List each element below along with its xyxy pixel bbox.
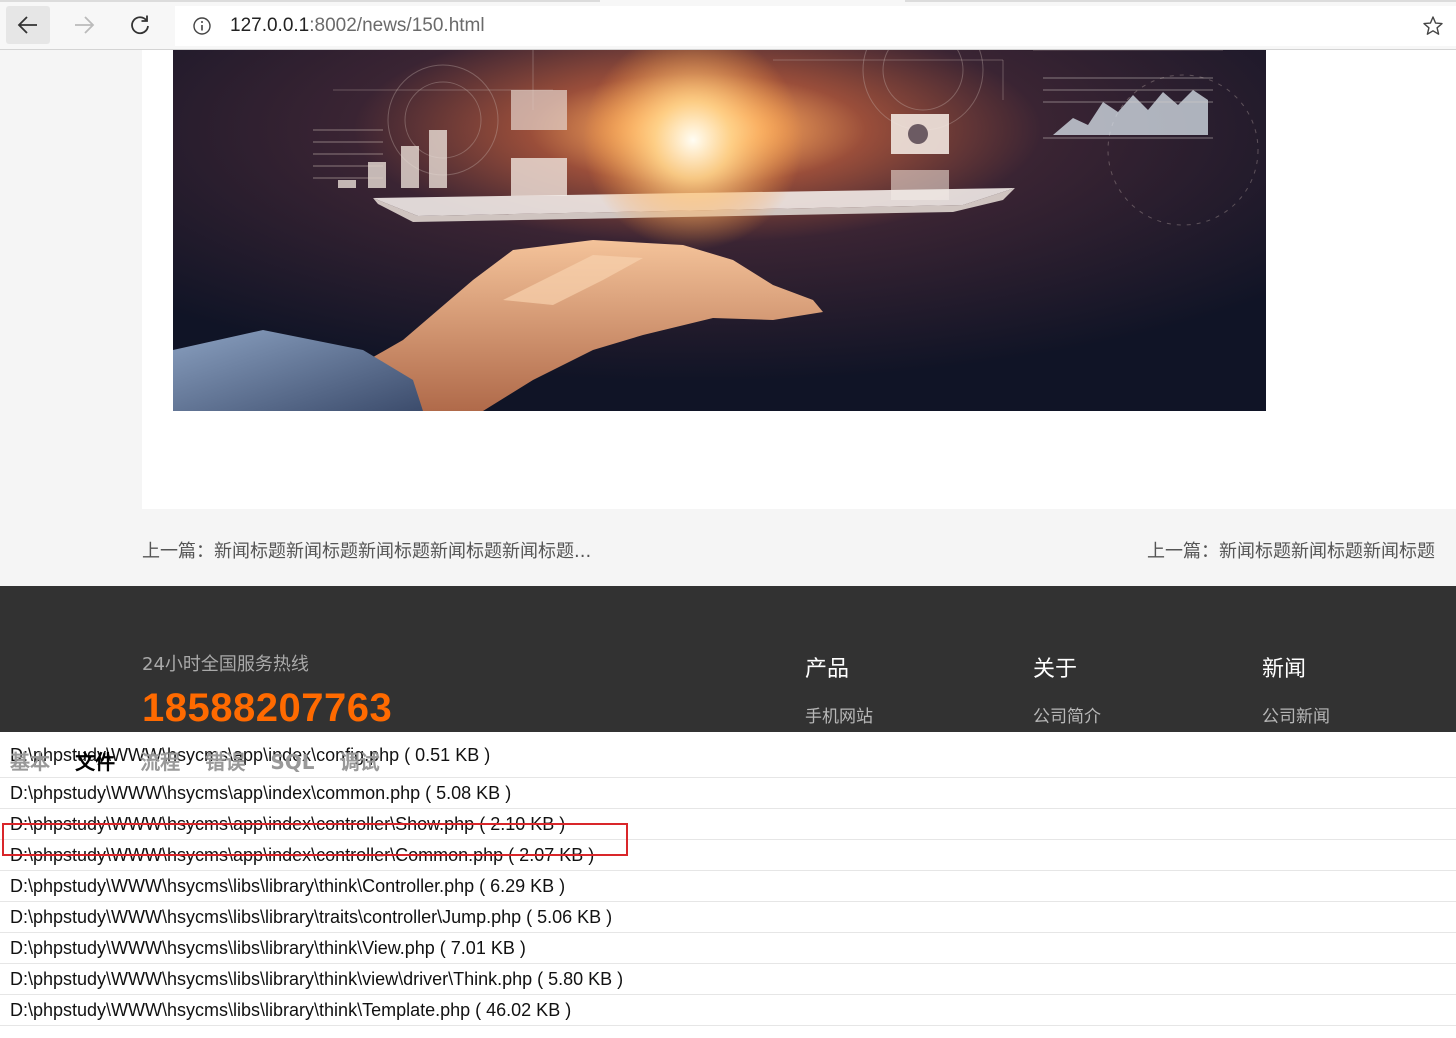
url-text[interactable]: 127.0.0.1:8002/news/150.html	[230, 15, 485, 37]
back-arrow-icon	[17, 16, 37, 34]
trace-file-row: D:\phpstudy\WWW\hsycms\libs\library\thin…	[0, 871, 1456, 902]
address-bar[interactable]: 127.0.0.1:8002/news/150.html	[175, 6, 1456, 46]
footer-link-company-news[interactable]: 公司新闻	[1262, 702, 1330, 727]
trace-file-row: D:\phpstudy\WWW\hsycms\app\index\control…	[0, 840, 1456, 871]
hotline-label: 24小时全国服务热线	[142, 654, 309, 675]
site-footer: 24小时全国服务热线 18588207763 产品 手机网站 关于 公司简介 新…	[0, 586, 1456, 732]
trace-file-list: D:\phpstudy\WWW\hsycms\app\index\config.…	[0, 745, 1456, 1026]
trace-tab-debug[interactable]: 调试	[340, 746, 380, 775]
article-hero-image	[173, 50, 1266, 411]
tab-strip-edge	[905, 0, 1456, 2]
trace-tab-basic[interactable]: 基本	[10, 746, 50, 775]
star-icon[interactable]	[1422, 15, 1444, 37]
trace-tab-flow[interactable]: 流程	[140, 746, 180, 775]
footer-col-title-products: 产品	[805, 657, 850, 682]
footer-col-title-about: 关于	[1033, 657, 1078, 682]
info-icon[interactable]	[192, 16, 212, 36]
trace-tab-sql[interactable]: SQL	[270, 750, 314, 774]
trace-file-row: D:\phpstudy\WWW\hsycms\libs\library\trai…	[0, 902, 1456, 933]
forward-arrow-icon	[75, 16, 95, 34]
trace-tab-files[interactable]: 文件	[75, 746, 115, 775]
reload-button[interactable]	[118, 6, 162, 44]
footer-col-title-news: 新闻	[1262, 657, 1307, 682]
tab-strip-edge	[0, 0, 600, 2]
previous-article-link[interactable]: 上一篇：新闻标题新闻标题新闻标题新闻标题新闻标题...	[142, 537, 591, 563]
next-article-link[interactable]: 上一篇：新闻标题新闻标题新闻标题	[1147, 537, 1435, 563]
footer-link-mobile-site[interactable]: 手机网站	[805, 702, 873, 727]
trace-panel: D:\phpstudy\WWW\hsycms\app\index\config.…	[0, 732, 1456, 1038]
back-button[interactable]	[6, 6, 50, 44]
trace-tab-bar: 基本 文件 流程 错误 SQL 调试	[10, 746, 400, 774]
trace-file-row: D:\phpstudy\WWW\hsycms\libs\library\thin…	[0, 933, 1456, 964]
trace-file-row-highlighted: D:\phpstudy\WWW\hsycms\app\index\control…	[0, 809, 1456, 840]
url-host: 127.0.0.1	[230, 15, 310, 36]
trace-file-row: D:\phpstudy\WWW\hsycms\app\index\common.…	[0, 778, 1456, 809]
reload-icon	[131, 15, 149, 35]
browser-toolbar: 127.0.0.1:8002/news/150.html	[0, 0, 1456, 50]
trace-tab-errors[interactable]: 错误	[205, 746, 245, 775]
hotline-number: 18588207763	[142, 686, 393, 730]
forward-button[interactable]	[62, 6, 106, 44]
footer-link-company-intro[interactable]: 公司简介	[1033, 702, 1101, 727]
trace-file-row: D:\phpstudy\WWW\hsycms\libs\library\thin…	[0, 964, 1456, 995]
url-path: :8002/news/150.html	[309, 15, 485, 36]
trace-file-row: D:\phpstudy\WWW\hsycms\libs\library\thin…	[0, 995, 1456, 1026]
